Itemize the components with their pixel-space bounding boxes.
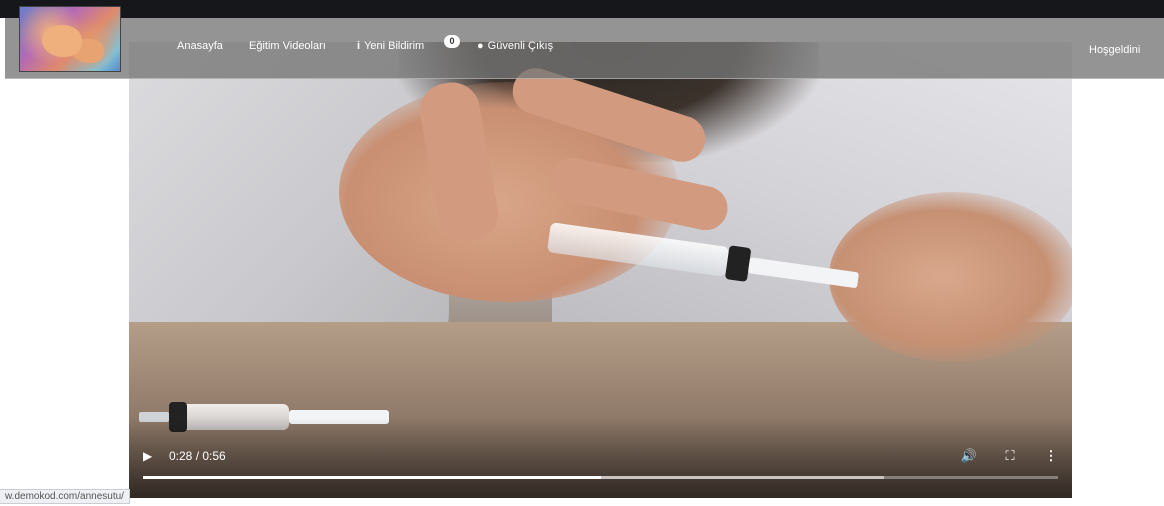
info-icon: i xyxy=(357,40,361,52)
nav-logout[interactable]: ● Güvenli Çıkış xyxy=(477,38,553,54)
video-player[interactable]: ▶ 0:28 / 0:56 🔊 ⛶ ⋮ xyxy=(129,42,1072,498)
play-icon[interactable]: ▶ xyxy=(143,448,159,464)
more-vertical-icon[interactable]: ⋮ xyxy=(1041,446,1061,466)
volume-icon[interactable]: 🔊 xyxy=(959,446,979,466)
notification-count-badge: 0 xyxy=(444,35,460,48)
site-header: Anasayfa Eğitim Videoları i Yeni Bildirim… xyxy=(5,18,1164,79)
nav-notifications[interactable]: i Yeni Bildirim xyxy=(357,38,424,54)
video-played xyxy=(143,476,601,479)
video-controls: ▶ 0:28 / 0:56 🔊 ⛶ ⋮ xyxy=(129,438,1072,498)
status-bar-url: w.demokod.com/annesutu/ xyxy=(0,489,130,504)
user-icon: ● xyxy=(477,40,484,52)
video-scene-right-hand xyxy=(829,192,1072,362)
logo-baby-shape xyxy=(42,25,82,57)
syringe-plunger-head xyxy=(724,245,752,282)
nav-logout-label: Güvenli Çıkış xyxy=(487,40,554,52)
top-bar xyxy=(0,0,1164,18)
video-time: 0:28 / 0:56 xyxy=(169,449,226,463)
welcome-text: Hoşgeldini xyxy=(1089,44,1141,56)
nav-notifications-label: Yeni Bildirim xyxy=(364,40,425,52)
breastfeeding-baby-logo[interactable] xyxy=(19,6,121,72)
nav-home[interactable]: Anasayfa xyxy=(177,38,223,54)
nav-education-videos[interactable]: Eğitim Videoları xyxy=(249,38,326,54)
fullscreen-icon[interactable]: ⛶ xyxy=(1000,446,1020,466)
video-progress-bar[interactable] xyxy=(143,476,1058,479)
